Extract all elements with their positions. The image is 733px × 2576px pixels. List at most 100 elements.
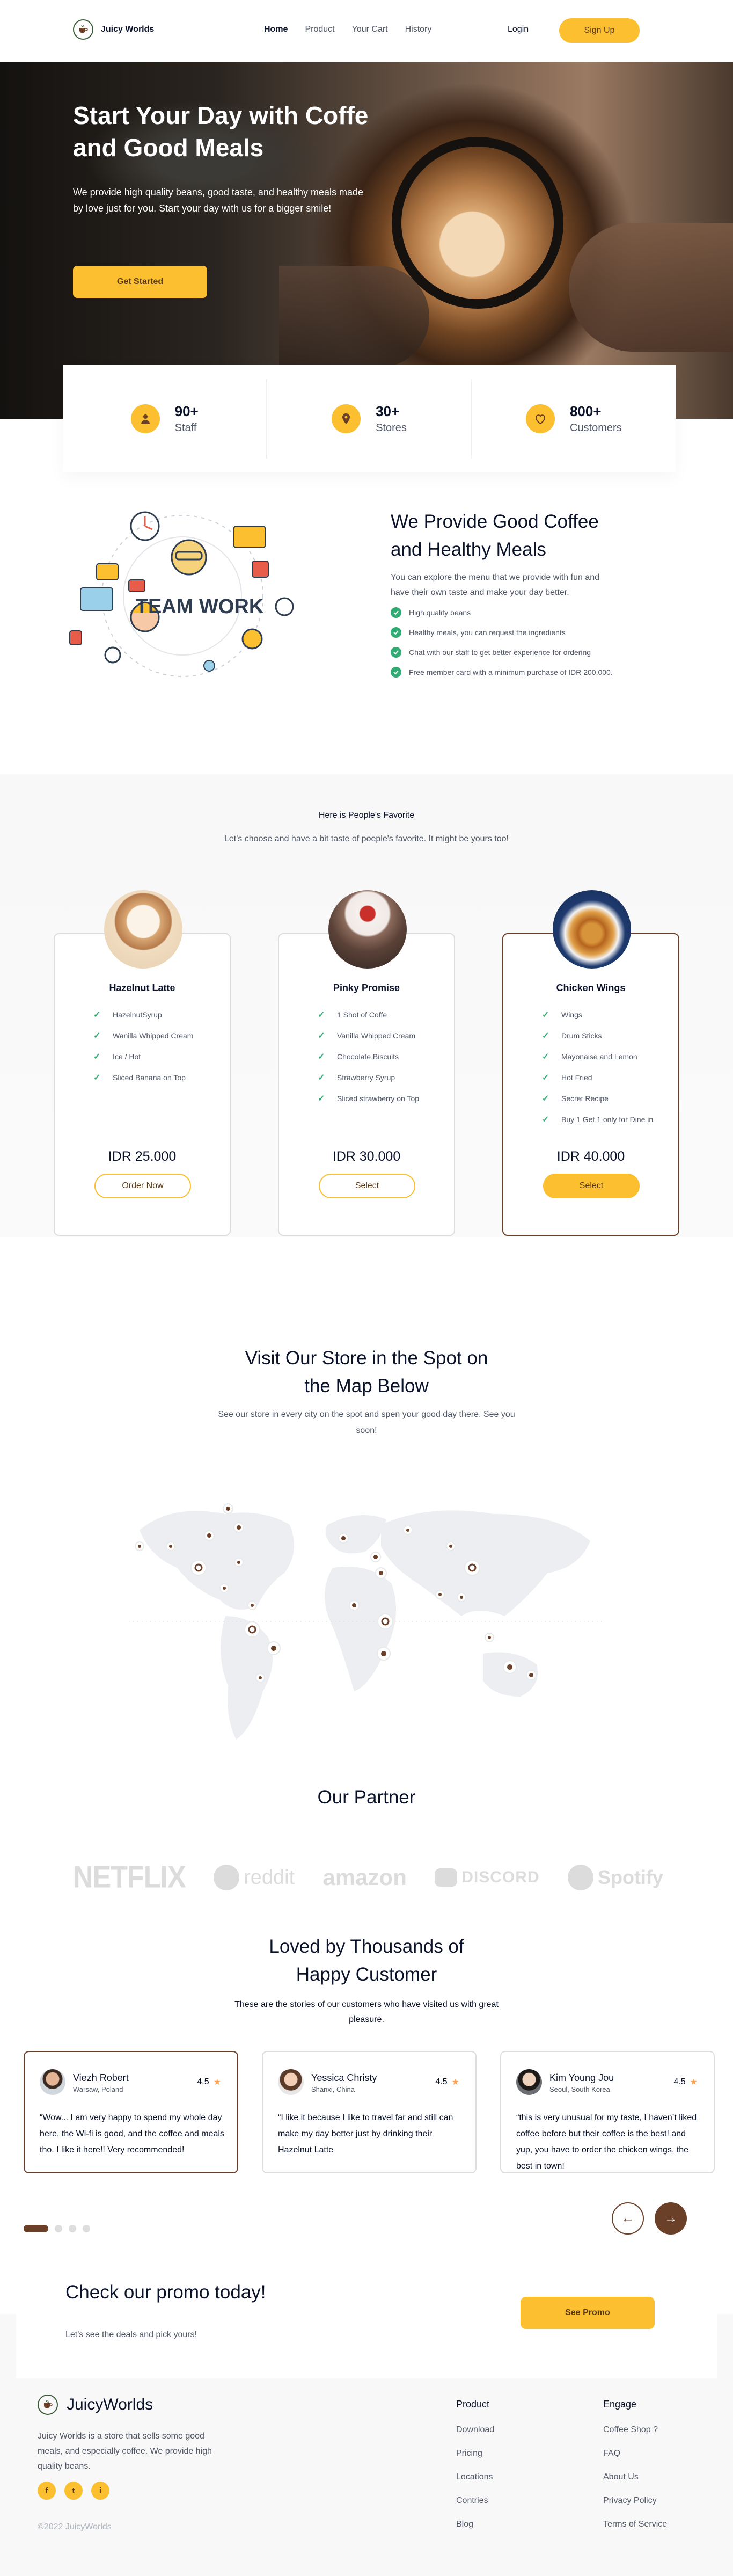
- footer-link-about[interactable]: About Us: [603, 2472, 667, 2482]
- about-description: You can explore the menu that we provide…: [391, 573, 599, 597]
- twitter-icon[interactable]: t: [64, 2482, 83, 2500]
- star-icon: ★: [690, 2078, 698, 2087]
- stat-label: Stores: [376, 422, 407, 434]
- select-button[interactable]: Select: [319, 1174, 415, 1198]
- product-price: IDR 30.000: [332, 1149, 401, 1164]
- footer-logo[interactable]: JuicyWorlds: [38, 2395, 153, 2415]
- page: Juicy Worlds Home Product Your Cart Hist…: [0, 0, 733, 2576]
- login-link[interactable]: Login: [508, 25, 529, 34]
- list-item: ✓ Sliced Banana on Top: [93, 1067, 193, 1088]
- product-name: Hazelnut Latte: [109, 983, 175, 993]
- promo-title: Check our promo today!: [65, 2282, 266, 2303]
- product-card-hazelnut-latte[interactable]: Hazelnut Latte ✓ HazelnutSyrup ✓ Wanilla W…: [54, 890, 231, 1236]
- feature-text: Free member card with a minimum purchase…: [409, 667, 613, 676]
- menu-item-cart[interactable]: Your Cart: [352, 25, 388, 34]
- check-icon: ✓: [93, 1052, 101, 1061]
- avatar: [516, 2069, 542, 2095]
- carousel-dot-active[interactable]: [24, 2225, 48, 2232]
- carousel-prev-button[interactable]: ←: [612, 2202, 644, 2235]
- customer-location: Shanxi, China: [311, 2085, 355, 2093]
- list-item: ✓ Wings: [542, 1004, 653, 1025]
- product-card-pinky-promise[interactable]: Pinky Promise ✓ 1 Shot of Coffe ✓ Vanilla …: [278, 890, 455, 1236]
- stat-customers: 800+ Customers: [472, 379, 676, 459]
- avatar: [278, 2069, 304, 2095]
- feature-text: Sliced Banana on Top: [113, 1073, 186, 1082]
- feature-text: Mayonaise and Lemon: [561, 1052, 637, 1061]
- testimonial-card[interactable]: Kim Young Jou Seoul, South Korea 4.5 ★ “t…: [500, 2051, 715, 2173]
- arrow-right-icon: →: [664, 2211, 677, 2225]
- check-icon: ✓: [542, 1115, 549, 1124]
- map-description: See our store in every city on the spot …: [218, 1410, 515, 1435]
- check-icon: [391, 646, 401, 658]
- feature-text: Hot Fried: [561, 1073, 592, 1082]
- testimonial-text: “I like it because I like to travel far …: [278, 2113, 453, 2155]
- footer-column-title: Product: [456, 2399, 490, 2410]
- feature-text: Wanilla Whipped Cream: [113, 1031, 194, 1040]
- list-item: ✓ HazelnutSyrup: [93, 1004, 193, 1025]
- see-promo-button[interactable]: See Promo: [521, 2297, 655, 2329]
- menu-item-home[interactable]: Home: [264, 25, 288, 34]
- testimonial-card[interactable]: Viezh Robert Warsaw, Poland 4.5 ★ “Wow...…: [24, 2051, 238, 2173]
- list-item: Chat with our staff to get better experi…: [391, 642, 613, 662]
- select-button[interactable]: Select: [543, 1174, 640, 1198]
- check-icon: ✓: [93, 1031, 101, 1040]
- stat-label: Customers: [569, 422, 622, 434]
- list-item: ✓ Hot Fried: [542, 1067, 653, 1088]
- menu-item-history[interactable]: History: [405, 25, 432, 34]
- check-icon: [391, 607, 401, 618]
- testimonial-text: “Wow... I am very happy to spend my whol…: [40, 2113, 224, 2155]
- hero-title: Start Your Day with Coffe and Good Meals: [73, 101, 369, 162]
- promo-subtitle: Let's see the deals and pick yours!: [65, 2330, 197, 2339]
- stats-bar: 90+ Staff 30+ Stores 800+ Customers: [63, 365, 676, 472]
- rating: 4.5 ★: [435, 2077, 459, 2087]
- menu-item-product[interactable]: Product: [305, 25, 334, 34]
- footer-link-privacy[interactable]: Privacy Policy: [603, 2496, 667, 2506]
- check-icon: ✓: [542, 1010, 549, 1020]
- footer-link-pricing[interactable]: Pricing: [456, 2449, 494, 2458]
- product-card-chicken-wings[interactable]: Chicken Wings ✓ Wings ✓ Drum Sticks ✓ Mayon…: [502, 890, 679, 1236]
- feature-text: Buy 1 Get 1 only for Dine in: [561, 1115, 654, 1124]
- footer-link-locations[interactable]: Locations: [456, 2472, 494, 2482]
- carousel-dot[interactable]: [69, 2225, 76, 2232]
- sign-up-button[interactable]: Sign Up: [559, 18, 640, 43]
- customer-location: Seoul, South Korea: [549, 2085, 610, 2093]
- testimonials-description: These are the stories of our customers w…: [234, 2000, 499, 2024]
- partner-title: Our Partner: [317, 1787, 416, 1808]
- hero-photo-cup: [392, 137, 563, 309]
- stat-number: 30+: [376, 403, 400, 419]
- arrow-left-icon: ←: [621, 2211, 634, 2225]
- carousel-dot[interactable]: [83, 2225, 90, 2232]
- stat-label: Staff: [174, 422, 197, 434]
- footer-brand-name: JuicyWorlds: [67, 2396, 153, 2413]
- footer-link-terms[interactable]: Terms of Service: [603, 2520, 667, 2529]
- footer-column-product: Product Download Pricing Locations Contr…: [456, 2399, 494, 2543]
- partner-amazon: amazon: [322, 1865, 407, 1890]
- carousel-next-button[interactable]: →: [655, 2202, 687, 2235]
- carousel-dot[interactable]: [55, 2225, 62, 2232]
- navbar: Juicy Worlds Home Product Your Cart Hist…: [0, 0, 733, 62]
- partner-reddit: reddit: [214, 1865, 295, 1890]
- footer-description: Juicy Worlds is a store that sells some …: [38, 2432, 212, 2471]
- footer-link-download[interactable]: Download: [456, 2425, 494, 2435]
- footer-link-faq[interactable]: FAQ: [603, 2449, 667, 2458]
- star-icon: ★: [213, 2078, 221, 2087]
- check-icon: ✓: [318, 1031, 325, 1040]
- footer-link-blog[interactable]: Blog: [456, 2520, 494, 2529]
- map-title: Visit Our Store in the Spot on the Map B…: [245, 1348, 488, 1396]
- feature-text: Ice / Hot: [113, 1052, 141, 1061]
- feature-text: Sliced strawberry on Top: [337, 1094, 420, 1103]
- team-work-label: TEAM WORK: [136, 595, 264, 618]
- team-work-illustration: TEAM WORK: [69, 511, 294, 677]
- stat-stores: 30+ Stores: [267, 379, 472, 459]
- brand-logo[interactable]: Juicy Worlds: [73, 19, 154, 40]
- facebook-icon[interactable]: f: [38, 2482, 56, 2500]
- testimonial-card[interactable]: Yessica Christy Shanxi, China 4.5 ★ “I li…: [262, 2051, 477, 2173]
- product-features: ✓ HazelnutSyrup ✓ Wanilla Whipped Cream ✓ I…: [93, 1004, 193, 1088]
- customer-name: Yessica Christy: [311, 2072, 377, 2083]
- footer-link-countries[interactable]: Contries: [456, 2496, 494, 2506]
- instagram-icon[interactable]: i: [91, 2482, 109, 2500]
- order-now-button[interactable]: Order Now: [94, 1174, 191, 1198]
- footer-link-coffee-shop[interactable]: Coffee Shop ?: [603, 2425, 667, 2435]
- get-started-button[interactable]: Get Started: [73, 266, 207, 298]
- world-map: [129, 1503, 604, 1740]
